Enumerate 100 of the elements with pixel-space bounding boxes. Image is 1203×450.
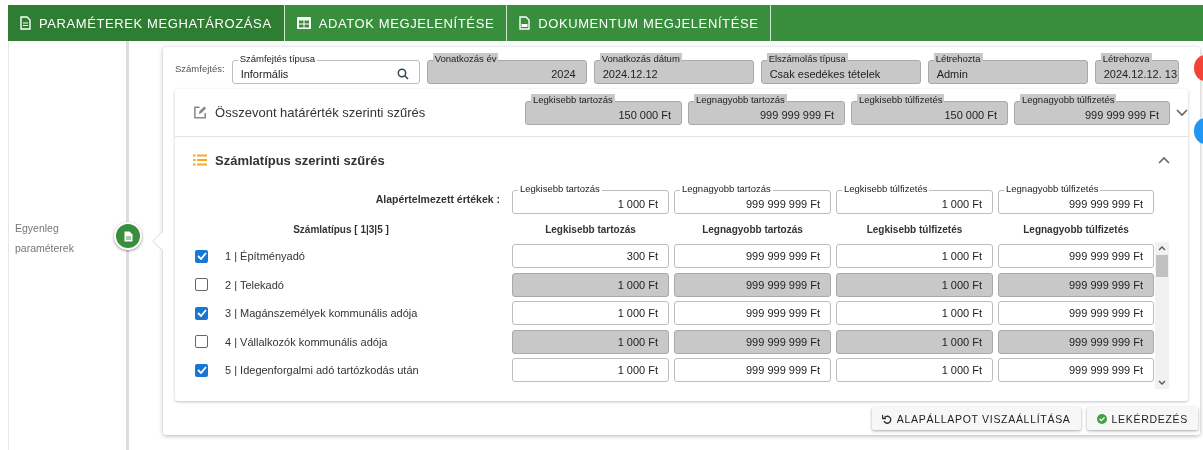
field-value: 999 999 999 Ft	[746, 278, 820, 291]
table-icon	[296, 17, 311, 29]
input-field[interactable]: 999 999 999 Ft	[998, 244, 1154, 268]
field-caption: Számfejtés:	[175, 63, 225, 74]
account-type-label: 2 | Telekadó	[225, 278, 285, 291]
expand-chevron-icon[interactable]	[1176, 108, 1188, 117]
scroll-down-icon[interactable]	[1158, 380, 1166, 386]
input-field[interactable]: 300 Ft	[512, 244, 669, 268]
scroll-thumb[interactable]	[1156, 255, 1168, 277]
query-button[interactable]: LEKÉRDEZÉS	[1086, 407, 1198, 430]
field-value: 1 000 Ft	[617, 335, 658, 348]
input-field[interactable]: 999 999 999 Ft	[674, 358, 831, 383]
field-value: 999 999 999 Ft	[1069, 250, 1143, 262]
scroll-up-icon[interactable]	[1158, 245, 1166, 251]
input-field[interactable]: 1 000 Ft	[512, 272, 669, 297]
section-title: Számlatípus szerinti szűrés	[215, 152, 386, 168]
field-value: 150 000 Ft	[618, 109, 671, 121]
field-label: Számfejtés típusa	[237, 53, 318, 64]
checkbox[interactable]	[195, 249, 208, 263]
field-label: Elszámolás típusa	[766, 53, 848, 64]
column-header: Legkisebb tartozás	[544, 224, 637, 235]
field-value: 2024.12.12. 13	[1103, 68, 1178, 80]
section-title: Összevont határérték szerinti szűrés	[215, 105, 427, 120]
field-value: 999 999 999 Ft	[746, 335, 820, 348]
field-value: Admin	[936, 68, 968, 80]
field-value: 999 999 999 Ft	[760, 109, 834, 121]
input-field[interactable]: 1 000 Ft	[512, 358, 669, 383]
field-value: 999 999 999 Ft	[1069, 307, 1143, 320]
input-field[interactable]: 999 999 999 Ft	[998, 329, 1154, 354]
input-field[interactable]: 999 999 999 Ft	[998, 272, 1154, 297]
field-label: Legkisebb tartozás	[531, 94, 615, 105]
reset-button[interactable]: ALAPÁLLAPOT VISZAÁLLÍTÁSA	[871, 407, 1081, 430]
field-value: 1 000 Ft	[941, 335, 982, 348]
step-label: Egyenleg paraméterek	[14, 221, 75, 256]
checkbox[interactable]	[195, 363, 208, 377]
input-field[interactable]: 1 000 Ft	[836, 272, 993, 297]
field-value: 999 999 999 Ft	[1085, 109, 1159, 121]
field-label: Vonatkozás dátum	[599, 53, 682, 64]
input-field[interactable]: 1 000 Ft	[836, 244, 993, 268]
input-field[interactable]: 1 000 Ft	[836, 358, 993, 383]
column-header: Legkisebb túlfizetés	[865, 224, 964, 235]
field-value: 1 000 Ft	[617, 364, 658, 377]
field-value: 2024.12.12	[602, 68, 658, 80]
undo-icon	[881, 413, 892, 424]
field-value: 1 000 Ft	[941, 278, 982, 291]
field-value: Csak esedékes tételek	[769, 68, 881, 80]
field-value: 999 999 999 Ft	[1069, 278, 1143, 291]
field-label: Legkisebb tartozás	[518, 183, 602, 194]
edit-icon	[193, 105, 208, 120]
field-value: 999 999 999 Ft	[1069, 335, 1143, 348]
input-field[interactable]: 1 000 Ft	[836, 329, 993, 354]
field-value: 1 000 Ft	[617, 278, 658, 291]
field-label: Vonatkozás év	[432, 53, 499, 64]
input-field[interactable]: 1 000 Ft	[512, 329, 669, 354]
pdf-file-icon	[519, 16, 531, 30]
column-header: Számlatípus [ 1|3|5 ]	[292, 224, 390, 235]
defaults-label: Alapértelmezett értékek :	[374, 192, 501, 205]
search-icon[interactable]	[396, 68, 409, 80]
input-field[interactable]: 999 999 999 Ft	[998, 358, 1154, 383]
collapse-chevron-icon[interactable]	[1158, 156, 1170, 164]
field-value: 999 999 999 Ft	[746, 307, 820, 320]
input-field[interactable]: 999 999 999 Ft	[674, 244, 831, 268]
field-label: Legnagyobb túlfizetés	[1004, 183, 1101, 194]
field-value: 999 999 999 Ft	[746, 198, 820, 210]
field-value: 2024	[551, 68, 576, 80]
field-value: Informális	[240, 68, 289, 80]
input-field[interactable]: 999 999 999 Ft	[674, 301, 831, 326]
field-value: 1 000 Ft	[941, 364, 982, 377]
field-value: 300 Ft	[626, 250, 658, 262]
field-value: 1 000 Ft	[617, 198, 658, 210]
field-label: Legnagyobb tartozás	[680, 183, 773, 194]
account-type-label: 5 | Idegenforgalmi adó tartózkodás után	[225, 364, 420, 377]
checkbox[interactable]	[195, 278, 208, 292]
field-value: 1 000 Ft	[941, 198, 982, 210]
field-value: 1 000 Ft	[941, 307, 982, 320]
step-button[interactable]	[114, 222, 142, 250]
input-field[interactable]: 999 999 999 Ft	[674, 329, 831, 354]
account-type-label: 4 | Vállalkozók kommunális adója	[225, 335, 389, 348]
list-icon	[193, 154, 207, 166]
checkbox[interactable]	[195, 306, 208, 320]
field-value: 1 000 Ft	[941, 250, 982, 262]
field-value: 150 000 Ft	[944, 109, 997, 121]
tab[interactable]: PARAMÉTEREK MEGHATÁROZÁSA	[8, 5, 285, 41]
document-icon	[20, 16, 31, 30]
checkbox[interactable]	[195, 335, 208, 349]
input-field[interactable]: 999 999 999 Ft	[674, 272, 831, 297]
field-label: Legnagyobb tartozás	[694, 94, 787, 105]
field-value: 999 999 999 Ft	[746, 250, 820, 262]
input-field[interactable]: 999 999 999 Ft	[998, 301, 1154, 326]
field-label: Legkisebb túlfizetés	[857, 94, 945, 105]
input-field[interactable]: 1 000 Ft	[836, 301, 993, 326]
document-icon	[123, 230, 133, 242]
field-label: Legnagyobb túlfizetés	[1020, 94, 1117, 105]
field-value: 999 999 999 Ft	[1069, 364, 1143, 377]
field-label: Létrehozva	[1100, 53, 1152, 64]
field-value: 999 999 999 Ft	[1069, 198, 1143, 210]
scrollbar[interactable]	[1155, 242, 1169, 389]
field-label: Létrehozta	[933, 53, 983, 64]
input-field[interactable]: 1 000 Ft	[512, 301, 669, 326]
check-circle-icon	[1096, 413, 1107, 424]
